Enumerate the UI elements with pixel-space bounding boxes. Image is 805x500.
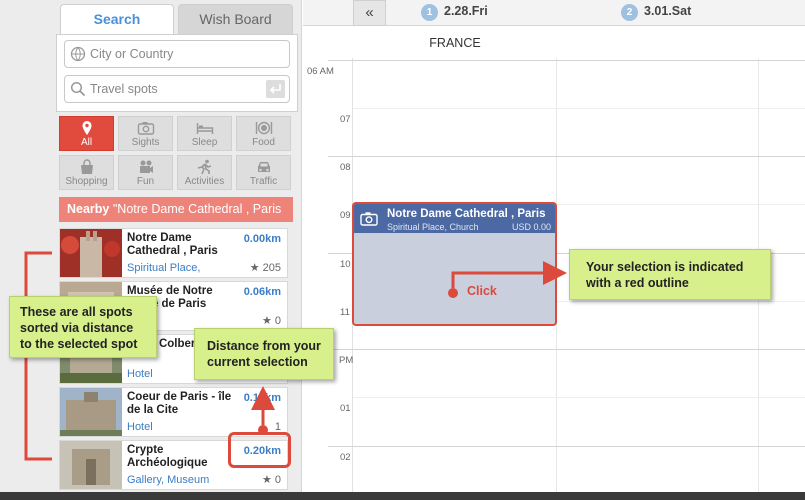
nearby-value: "Notre Dame Cathedral , Paris xyxy=(112,202,282,216)
search-icon xyxy=(70,81,86,97)
category-traffic[interactable]: Traffic xyxy=(236,155,291,190)
travel-spots-placeholder: Travel spots xyxy=(90,82,158,96)
category-sleep[interactable]: Sleep xyxy=(177,116,232,151)
day-header[interactable]: 2 3.01.Sat xyxy=(621,4,691,21)
nearby-bar[interactable]: Nearby "Notre Dame Cathedral , Paris xyxy=(59,197,293,222)
day-label: 2.28.Fri xyxy=(444,4,488,18)
event-subtitle: Spiritual Place, Church xyxy=(387,222,479,232)
travel-spots-input[interactable]: Travel spots xyxy=(64,75,290,103)
pin-icon xyxy=(82,121,91,135)
film-icon xyxy=(139,160,153,173)
time-label: 11 xyxy=(340,307,350,318)
enter-icon[interactable] xyxy=(266,80,285,98)
category-label: Activities xyxy=(184,176,225,187)
tab-search[interactable]: Search xyxy=(60,4,174,36)
category-label: Sleep xyxy=(191,137,218,148)
time-label: 09 xyxy=(340,210,351,221)
spot-name: Notre Dame Cathedral , Paris xyxy=(127,232,218,257)
region-label: FRANCE xyxy=(429,36,481,50)
time-label: 07 xyxy=(340,114,351,125)
spot-distance: 0.18km xyxy=(243,392,281,404)
event-title: Notre Dame Cathedral , Paris xyxy=(387,208,546,220)
category-activities[interactable]: Activities xyxy=(177,155,232,190)
spot-name: Crypte Archéologique xyxy=(127,444,208,469)
list-item[interactable]: Notre Dame Cathedral , Paris 0.00km Spir… xyxy=(59,228,288,278)
calendar-header: « 1 2.28.Fri 2 3.01.Sat xyxy=(303,0,805,26)
category-label: Sights xyxy=(131,137,160,148)
day-header[interactable]: 1 2.28.Fri xyxy=(421,4,488,21)
selected-event[interactable]: Notre Dame Cathedral , Paris Spiritual P… xyxy=(352,202,557,326)
selection-callout: Your selection is indicated with a red o… xyxy=(569,249,771,300)
time-label: 01 xyxy=(340,403,351,414)
spot-distance: 0.06km xyxy=(243,286,281,298)
camera-icon xyxy=(360,212,378,226)
category-label: Food xyxy=(252,137,275,148)
search-box: City or Country Travel spots xyxy=(56,34,298,112)
half-hour-line xyxy=(353,397,805,398)
spot-category: Gallery, Museum xyxy=(127,474,210,486)
distance-highlight xyxy=(228,432,291,468)
time-label: 06 AM xyxy=(307,66,334,77)
collapse-button[interactable]: « xyxy=(353,0,386,26)
bag-icon xyxy=(80,159,93,174)
spot-distance: 0.00km xyxy=(243,233,281,245)
footer-strip xyxy=(0,492,805,500)
spot-rating: ★ 205 xyxy=(249,262,281,274)
spot-thumbnail xyxy=(60,229,122,277)
time-label: 02 xyxy=(340,452,351,463)
city-placeholder: City or Country xyxy=(90,47,174,61)
category-all[interactable]: All xyxy=(59,116,114,151)
category-label: Shopping xyxy=(65,176,108,187)
event-header: Notre Dame Cathedral , Paris Spiritual P… xyxy=(354,204,555,233)
day-number: 1 xyxy=(421,4,438,21)
nearby-label: Nearby xyxy=(67,202,110,216)
event-price: USD 0.00 xyxy=(511,222,551,232)
hour-line xyxy=(328,60,805,61)
click-label: Click xyxy=(467,284,497,298)
time-label: 08 xyxy=(340,162,351,173)
day-number: 2 xyxy=(621,4,638,21)
category-fun[interactable]: Fun xyxy=(118,155,173,190)
list-item[interactable]: Coeur de Paris - île de la Cite 0.18km H… xyxy=(59,387,288,437)
hour-line xyxy=(328,349,805,350)
time-label: PM xyxy=(339,355,354,366)
category-label: All xyxy=(80,137,93,148)
spot-category: Hotel xyxy=(127,368,153,380)
spot-category: Spiritual Place, xyxy=(127,262,201,274)
category-label: Fun xyxy=(136,176,155,187)
runner-icon xyxy=(197,159,211,175)
spot-category: Hotel xyxy=(127,421,153,433)
car-icon xyxy=(257,162,270,172)
bed-icon xyxy=(196,123,213,134)
category-shopping[interactable]: Shopping xyxy=(59,155,114,190)
spot-thumbnail xyxy=(60,388,122,436)
day-label: 3.01.Sat xyxy=(644,4,692,18)
spot-name: Coeur de Paris - île de la Cite xyxy=(127,391,232,416)
half-hour-line xyxy=(353,108,805,109)
spots-callout: These are all spots sorted via distance … xyxy=(9,296,157,358)
spot-rating: ★ 0 xyxy=(261,474,281,486)
city-input[interactable]: City or Country xyxy=(64,40,290,68)
hour-line xyxy=(328,446,805,447)
hour-line xyxy=(328,156,805,157)
camera-icon xyxy=(137,122,154,135)
plate-icon xyxy=(255,121,272,135)
category-food[interactable]: Food xyxy=(236,116,291,151)
tab-wish-board[interactable]: Wish Board xyxy=(178,4,293,35)
category-label: Traffic xyxy=(249,176,278,187)
left-panel: Search Wish Board City or Country Travel… xyxy=(0,0,302,500)
spot-rating: ★ 0 xyxy=(261,315,281,327)
globe-icon xyxy=(70,46,86,62)
spot-thumbnail xyxy=(60,441,122,489)
distance-callout: Distance from your current selection xyxy=(194,328,334,380)
category-sights[interactable]: Sights xyxy=(118,116,173,151)
time-label: 10 xyxy=(340,259,351,270)
